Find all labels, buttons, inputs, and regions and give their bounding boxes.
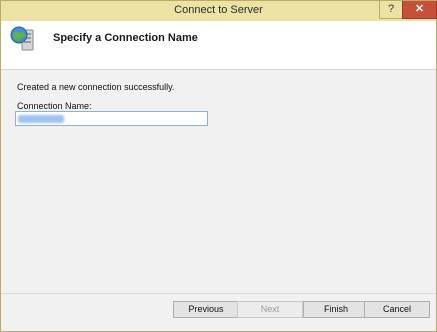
wizard-header: Specify a Connection Name <box>1 21 436 70</box>
window-title: Connect to Server <box>174 4 263 16</box>
success-message: Created a new connection successfully. <box>17 82 175 92</box>
page-title: Specify a Connection Name <box>53 32 198 44</box>
previous-button[interactable]: Previous <box>173 301 239 318</box>
connection-name-label: Connection Name: <box>17 101 92 111</box>
server-globe-icon <box>10 26 34 51</box>
close-button[interactable]: ✕ <box>402 1 437 19</box>
next-button[interactable]: Next <box>237 301 303 318</box>
title-bar[interactable]: Connect to Server ? ✕ <box>1 1 437 21</box>
redacted-connection-name <box>18 115 64 123</box>
finish-button[interactable]: Finish <box>303 301 369 318</box>
help-button[interactable]: ? <box>379 1 403 19</box>
connect-to-server-dialog: Connect to Server ? ✕ Specify a Connecti… <box>0 0 437 332</box>
cancel-button[interactable]: Cancel <box>364 301 430 318</box>
footer-divider <box>1 293 436 294</box>
